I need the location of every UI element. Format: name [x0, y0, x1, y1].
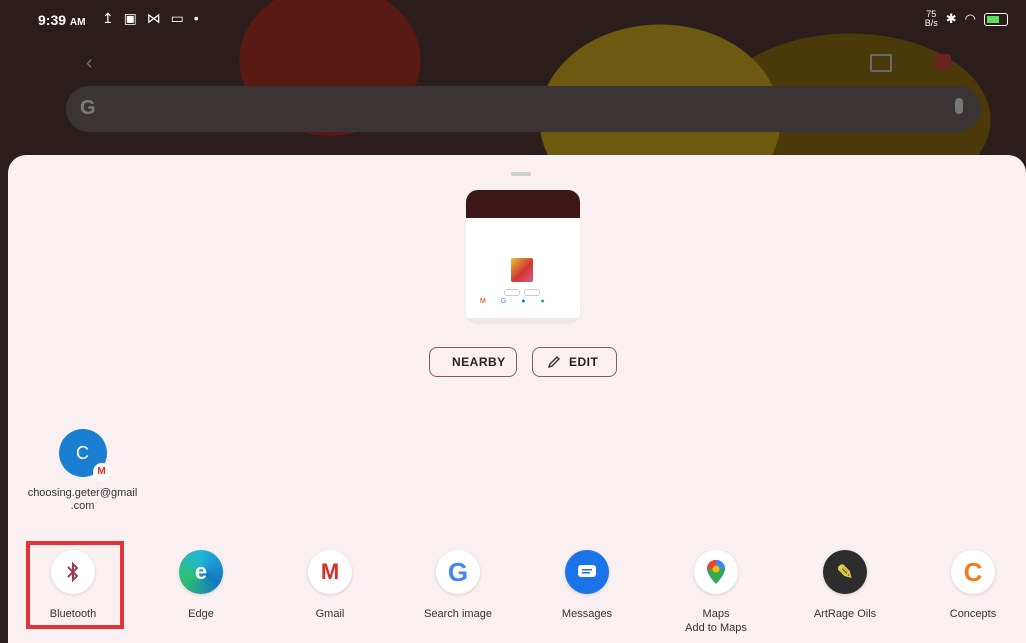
drag-handle[interactable] — [511, 172, 531, 176]
app-label: Bluetooth — [49, 608, 97, 620]
gmail-badge-icon: M — [92, 463, 111, 481]
mic-icon[interactable] — [955, 98, 963, 114]
app-maps[interactable]: Maps Add to Maps — [656, 550, 776, 635]
background-search-bar[interactable]: G — [66, 86, 981, 132]
app-edge[interactable]: e Edge — [141, 550, 261, 621]
contact-avatar: C M — [58, 429, 111, 481]
nearby-button[interactable]: NEARBY — [429, 347, 517, 377]
pencil-icon — [547, 356, 560, 369]
artrage-icon: ✎ — [823, 550, 867, 594]
gmail-icon: M — [308, 550, 352, 594]
app-label: Gmail — [315, 608, 345, 620]
app-label: Concepts — [949, 608, 997, 620]
cast-icon[interactable] — [870, 54, 892, 72]
preview-nav-bar — [466, 318, 580, 324]
direct-share-contact[interactable]: C M choosing.geter@gmail .com — [20, 429, 145, 513]
app-label: Edge — [188, 608, 214, 620]
nearby-label: NEARBY — [452, 355, 506, 369]
preview-app-row: M G ● ● — [480, 298, 545, 305]
bluetooth-icon — [51, 550, 95, 594]
status-time: 9:39 AM — [38, 12, 86, 28]
maps-icon — [694, 550, 738, 594]
app-label: ArtRage Oils — [813, 608, 877, 620]
wifi-icon: ◠ — [964, 11, 976, 26]
network-speed: 75 B/s — [924, 9, 938, 28]
status-right: 75 B/s ✱ ◠ — [925, 10, 1008, 28]
app-gmail[interactable]: M Gmail — [270, 550, 390, 621]
messages-icon — [565, 550, 609, 594]
share-sheet: M G ● ● NEARBY EDIT C M choosing.geter@gmai… — [8, 155, 1026, 643]
screenshot-preview[interactable]: M G ● ● — [466, 190, 580, 324]
app-label: Search image — [424, 608, 492, 620]
preview-header — [466, 190, 580, 218]
concepts-icon: C — [951, 550, 995, 594]
edit-label: EDIT — [569, 355, 599, 369]
battery-icon — [984, 12, 1008, 26]
notification-icons: ↥ ▣ ⋈ ▭ • — [102, 10, 202, 26]
contact-name: choosing.geter@gmail .com — [27, 487, 138, 512]
google-logo: G — [80, 97, 96, 119]
status-bar: 9:39 AM ↥ ▣ ⋈ ▭ • 75 B/s ✱ ◠ — [0, 0, 1026, 40]
app-label: Messages — [561, 608, 613, 620]
preview-image — [511, 258, 533, 282]
app-bluetooth[interactable]: Bluetooth — [13, 550, 133, 621]
back-arrow-icon[interactable]: ‹ — [86, 52, 93, 75]
app-search-image[interactable]: G Search image — [398, 550, 518, 621]
app-label: Maps Add to Maps — [685, 608, 747, 634]
account-avatar[interactable] — [935, 54, 951, 70]
preview-buttons — [504, 289, 540, 296]
edit-button[interactable]: EDIT — [532, 347, 617, 377]
app-messages[interactable]: Messages — [527, 550, 647, 621]
edge-icon: e — [179, 550, 223, 594]
app-concepts[interactable]: C Concepts — [913, 550, 1026, 621]
google-icon: G — [436, 550, 480, 594]
bluetooth-status-icon: ✱ — [945, 11, 957, 26]
app-artrage-oils[interactable]: ✎ ArtRage Oils — [785, 550, 905, 621]
